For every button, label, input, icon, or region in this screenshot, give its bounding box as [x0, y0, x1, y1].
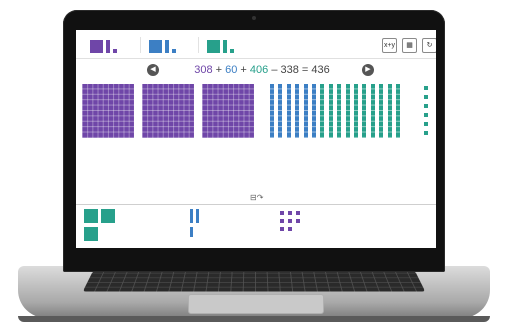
ten-rod[interactable] — [286, 84, 291, 138]
teal-block-tools[interactable] — [198, 37, 259, 53]
one-unit[interactable] — [424, 113, 428, 117]
tray-unit[interactable] — [296, 211, 300, 215]
next-button[interactable]: ▶ — [362, 64, 374, 76]
ten-rod[interactable] — [320, 84, 325, 138]
equation-term: 406 — [249, 64, 269, 76]
tray-unit[interactable] — [296, 219, 300, 223]
equation-toggle-button[interactable]: x+y — [382, 38, 397, 53]
hundred-flat[interactable] — [82, 84, 134, 138]
ten-rod[interactable] — [345, 84, 350, 138]
grid-icon: ▦ — [406, 42, 413, 49]
tray-rod[interactable] — [190, 209, 193, 223]
tray-flat[interactable] — [84, 209, 98, 223]
collapse-icon: ⊟↷ — [250, 193, 264, 202]
arrow-left-icon: ◀ — [150, 66, 156, 73]
purple-rod-icon[interactable] — [106, 40, 110, 53]
tray-unit[interactable] — [280, 219, 284, 223]
expression-icon: x+y — [383, 42, 396, 49]
ten-rod[interactable] — [396, 84, 400, 138]
ten-rod[interactable] — [387, 84, 392, 138]
hundred-flat[interactable] — [202, 84, 254, 138]
ten-rod[interactable] — [337, 84, 342, 138]
ten-rod[interactable] — [379, 84, 384, 138]
tray-unit[interactable] — [280, 227, 284, 231]
teal-unit-icon[interactable] — [230, 49, 234, 53]
tray-flat[interactable] — [84, 227, 98, 241]
toolbar: x+y ▦ ↻ — [76, 30, 436, 59]
teal-flat-icon[interactable] — [207, 40, 220, 53]
laptop-front-edge — [18, 316, 490, 322]
ten-rod[interactable] — [312, 84, 316, 138]
ten-rod[interactable] — [303, 84, 308, 138]
ten-rod[interactable] — [278, 84, 283, 138]
equation-term: – 338 = 436 — [268, 64, 330, 76]
blue-block-tools[interactable] — [140, 37, 201, 53]
grid-button[interactable]: ▦ — [402, 38, 417, 53]
arrow-right-icon: ▶ — [365, 66, 371, 73]
previous-button[interactable]: ◀ — [147, 64, 159, 76]
one-unit[interactable] — [424, 122, 428, 126]
purple-block-tools[interactable] — [82, 37, 142, 53]
equation-text: 308 + 60 + 406 – 338 = 436 — [172, 62, 352, 78]
equation-term: 308 — [194, 64, 213, 76]
ten-rod[interactable] — [354, 84, 358, 138]
tray-unit[interactable] — [280, 211, 284, 215]
one-unit[interactable] — [424, 95, 428, 99]
ten-rod[interactable] — [270, 84, 274, 138]
laptop-frame: x+y ▦ ↻ ◀ 308 + 60 + 406 – 338 = 436 ▶ ⊟… — [0, 0, 508, 326]
one-unit[interactable] — [424, 131, 428, 135]
purple-flat-icon[interactable] — [90, 40, 103, 53]
one-unit[interactable] — [424, 86, 428, 90]
refresh-icon: ↻ — [426, 42, 433, 49]
blue-flat-icon[interactable] — [149, 40, 162, 53]
equation-term: 60 — [225, 64, 238, 76]
ten-rod[interactable] — [295, 84, 300, 138]
keyboard — [82, 270, 426, 292]
ten-rod[interactable] — [370, 84, 375, 138]
block-tray — [76, 204, 436, 248]
tray-handle[interactable]: ⊟↷ — [250, 193, 263, 202]
tray-rod[interactable] — [190, 227, 193, 237]
tray-flat[interactable] — [101, 209, 115, 223]
reset-button[interactable]: ↻ — [422, 38, 436, 53]
ten-rod[interactable] — [328, 84, 333, 138]
equation-term: + — [212, 64, 226, 76]
tray-rod[interactable] — [196, 209, 199, 223]
purple-unit-icon[interactable] — [113, 49, 117, 53]
tray-unit[interactable] — [288, 219, 292, 223]
blue-rod-icon[interactable] — [165, 40, 169, 53]
blue-unit-icon[interactable] — [172, 49, 176, 53]
ten-rod[interactable] — [362, 84, 367, 138]
equation-row: ◀ 308 + 60 + 406 – 338 = 436 ▶ — [76, 62, 436, 78]
workspace[interactable] — [76, 82, 436, 194]
tray-unit[interactable] — [288, 227, 292, 231]
equation-term: + — [237, 64, 250, 76]
hundred-flat[interactable] — [142, 84, 194, 138]
one-unit[interactable] — [424, 104, 428, 108]
trackpad — [188, 294, 324, 314]
app-screen: x+y ▦ ↻ ◀ 308 + 60 + 406 – 338 = 436 ▶ ⊟… — [76, 30, 436, 248]
tray-unit[interactable] — [288, 211, 292, 215]
camera-icon — [252, 16, 256, 20]
teal-rod-icon[interactable] — [223, 40, 227, 53]
